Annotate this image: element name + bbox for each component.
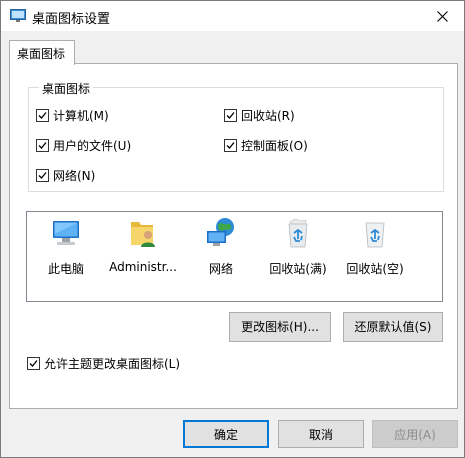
tab-panel: 桌面图标 计算机(M) 回收站(R) 用户的文件(U) 控制面板(O) 网络(N… [9,63,458,409]
checkbox-computer[interactable]: 计算机(M) [36,107,109,124]
checkbox-allow-theme[interactable]: 允许主题更改桌面图标(L) [27,355,180,372]
computer-icon [53,221,79,245]
checkbox-box[interactable] [224,109,237,122]
checkmark-icon [38,142,47,149]
user-folder-icon [131,222,155,247]
checkbox-label: 允许主题更改桌面图标(L) [44,357,181,371]
checkmark-icon [29,360,38,367]
dialog-window: 桌面图标设置 桌面图标 桌面图标 计算机(M) 回收站(R) 用户的文件(U) [0,0,465,458]
checkbox-label: 控制面板(O) [241,139,308,153]
icon-label: Administr... [109,260,177,274]
checkmark-icon [38,112,47,119]
icon-list[interactable]: 此电脑 Administr... 网络 回收站(满) 回收站(空) [26,211,443,302]
checkbox-box[interactable] [36,169,49,182]
recycle-bin-empty-icon [365,222,385,248]
close-icon [437,10,448,22]
checkbox-label: 计算机(M) [53,109,109,123]
checkbox-box[interactable] [36,139,49,152]
group-label: 桌面图标 [39,80,94,97]
checkbox-label: 用户的文件(U) [53,139,132,153]
icon-item-recycle-bin-full[interactable]: 回收站(满) [260,216,336,277]
icon-item-network[interactable]: 网络 [183,216,259,277]
desktop-settings-icon [10,9,26,22]
checkmark-icon [226,112,235,119]
checkbox-control-panel[interactable]: 控制面板(O) [224,137,308,154]
icon-label: 此电脑 [47,262,84,276]
checkbox-recycle-bin[interactable]: 回收站(R) [224,107,295,124]
checkbox-box[interactable] [36,109,49,122]
close-button[interactable] [421,1,464,31]
icon-item-recycle-bin-empty[interactable]: 回收站(空) [337,216,413,277]
tab-desktop-icons[interactable]: 桌面图标 [9,40,75,65]
checkmark-icon [38,172,47,179]
icon-label: 网络 [208,262,233,276]
icon-item-administrator[interactable]: Administr... [105,216,181,274]
checkbox-box[interactable] [27,357,40,370]
icon-item-this-pc[interactable]: 此电脑 [28,216,104,277]
window-title: 桌面图标设置 [32,12,111,27]
checkbox-box[interactable] [224,139,237,152]
checkbox-network[interactable]: 网络(N) [36,167,95,184]
tab-label: 桌面图标 [17,47,66,61]
cancel-button[interactable]: 取消 [278,420,364,448]
checkbox-label: 网络(N) [53,169,96,183]
icon-label: 回收站(满) [269,262,327,276]
recycle-bin-full-icon [288,218,308,248]
icon-label: 回收站(空) [346,262,404,276]
desktop-icons-group: 桌面图标 计算机(M) 回收站(R) 用户的文件(U) 控制面板(O) 网络(N… [28,80,444,192]
apply-button[interactable]: 应用(A) [372,420,458,448]
restore-default-button[interactable]: 还原默认值(S) [343,312,443,342]
ok-button[interactable]: 确定 [183,420,269,448]
checkmark-icon [226,142,235,149]
network-icon [207,218,234,246]
change-icon-button[interactable]: 更改图标(H)... [229,312,331,342]
checkbox-label: 回收站(R) [241,109,295,123]
title-bar[interactable]: 桌面图标设置 [1,1,464,31]
checkbox-user-files[interactable]: 用户的文件(U) [36,137,131,154]
